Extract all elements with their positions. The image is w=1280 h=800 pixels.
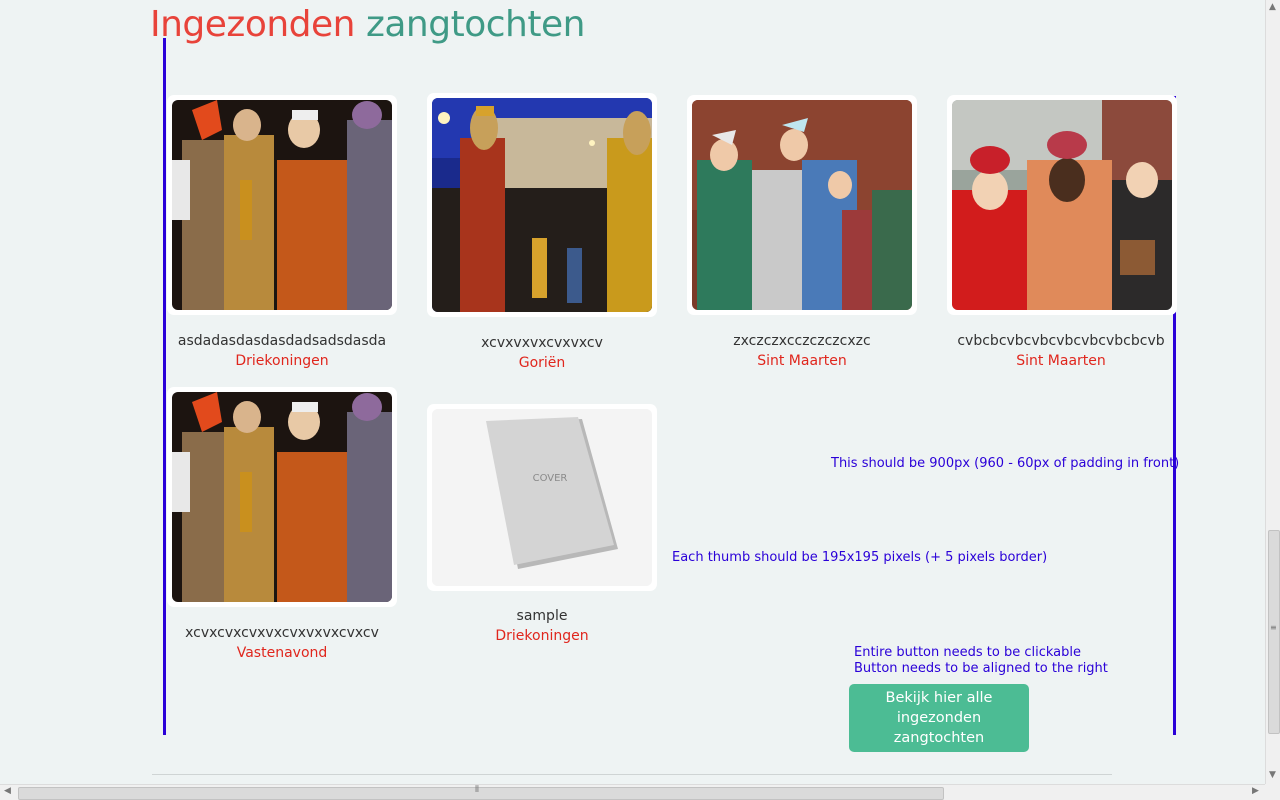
horizontal-scrollbar[interactable]: ◀ ⦀ ▶ xyxy=(0,784,1265,800)
children-with-crowns-photo xyxy=(692,100,912,310)
grip-icon: ⦀ xyxy=(475,785,479,795)
kings-with-saxophone-photo xyxy=(172,392,392,602)
thumbnail-2-caption: xcvxvxvxcvxvxcv Goriën xyxy=(422,333,662,373)
thumbnail-4-caption: cvbcbcvbcvbcvbcvbcvbcbcvb Sint Maarten xyxy=(941,331,1181,371)
scroll-down-icon[interactable]: ▼ xyxy=(1269,770,1276,780)
thumbnail-2-category[interactable]: Goriën xyxy=(422,353,662,373)
thumbnail-2[interactable] xyxy=(427,93,657,317)
thumbnail-3-category[interactable]: Sint Maarten xyxy=(682,351,922,371)
horizontal-scroll-thumb[interactable] xyxy=(18,787,944,800)
thumbnail-2-name: xcvxvxvxcvxvxcv xyxy=(481,335,603,351)
grip-icon: ≡ xyxy=(1270,623,1277,632)
three-kings-children-photo xyxy=(952,100,1172,310)
cover-placeholder: COVER xyxy=(432,409,652,586)
scroll-left-icon[interactable]: ◀ xyxy=(4,786,11,796)
title-word-2: zangtochten xyxy=(365,4,585,45)
thumbnail-5-category[interactable]: Vastenavond xyxy=(162,643,402,663)
thumbnail-3[interactable] xyxy=(687,95,917,315)
button-note-align: Button needs to be aligned to the right xyxy=(854,661,1108,676)
scroll-up-icon[interactable]: ▲ xyxy=(1269,2,1276,12)
thumbnail-4[interactable] xyxy=(947,95,1177,315)
thumbnail-1-name: asdadasdasdasdadsadsdasda xyxy=(177,333,387,349)
thumbnail-6-category[interactable]: Driekoningen xyxy=(422,626,662,646)
cover-text: COVER xyxy=(533,473,568,484)
thumbnail-1-caption: asdadasdasdasdadsadsdasda Driekoningen xyxy=(162,331,402,371)
thumbnail-6-caption: sample Driekoningen xyxy=(422,606,662,646)
title-word-1: Ingezonden xyxy=(150,4,356,45)
scrollbar-corner xyxy=(1265,784,1280,800)
thumbnail-4-category[interactable]: Sint Maarten xyxy=(941,351,1181,371)
width-note: This should be 900px (960 - 60px of padd… xyxy=(831,456,1180,471)
view-all-submissions-label: Bekijk hier alle ingezonden zangtochten xyxy=(885,690,993,746)
thumbnail-5-caption: xcvxcvxcvxvxcvxvxvxcvxcv Vastenavond xyxy=(162,623,402,663)
vertical-scroll-thumb[interactable] xyxy=(1268,530,1280,734)
bottom-divider xyxy=(152,774,1112,775)
thumbnail-1-category[interactable]: Driekoningen xyxy=(162,351,402,371)
thumbnail-3-caption: zxczczxcczczczcxzc Sint Maarten xyxy=(682,331,922,371)
thumbnail-5[interactable] xyxy=(167,387,397,607)
thumbnail-5-name: xcvxcvxcvxvxcvxvxvxcvxcv xyxy=(185,625,379,641)
view-all-submissions-button[interactable]: Bekijk hier alle ingezonden zangtochten xyxy=(849,684,1029,752)
thumbnail-1[interactable] xyxy=(167,95,397,315)
scroll-right-icon[interactable]: ▶ xyxy=(1252,786,1259,796)
page-title: Ingezonden zangtochten xyxy=(150,4,585,45)
giant-figures-night-street-photo xyxy=(432,98,652,312)
vertical-scrollbar[interactable]: ▲ ≡ ▼ xyxy=(1265,0,1280,784)
thumbnail-4-name: cvbcbcvbcvbcvbcvbcvbcbcvb xyxy=(957,333,1165,349)
kings-with-saxophone-photo xyxy=(172,100,392,310)
button-note-clickable: Entire button needs to be clickable xyxy=(854,645,1081,660)
page: Ingezonden zangtochten asdadasdasdasdads… xyxy=(0,0,1265,784)
thumbnail-3-name: zxczczxcczczczcxzc xyxy=(733,333,871,349)
thumbnail-6[interactable]: COVER xyxy=(427,404,657,591)
thumb-size-note: Each thumb should be 195x195 pixels (+ 5… xyxy=(672,550,1048,565)
thumbnail-6-name: sample xyxy=(516,608,568,624)
